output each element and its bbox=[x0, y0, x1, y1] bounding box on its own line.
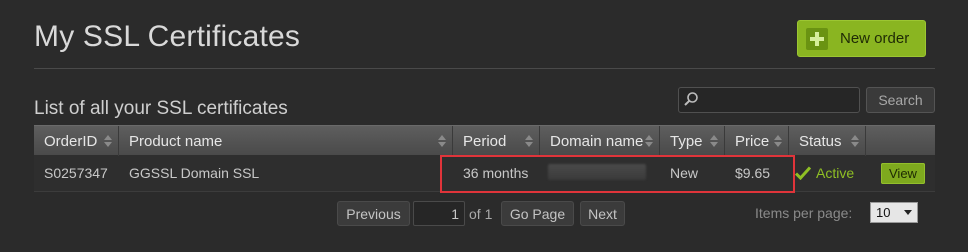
previous-button[interactable]: Previous bbox=[337, 201, 410, 226]
search-input[interactable] bbox=[678, 87, 860, 113]
cell-status: Active bbox=[789, 165, 866, 181]
plus-icon bbox=[806, 27, 828, 50]
table-header: OrderID Product name Period Domain name … bbox=[34, 125, 935, 156]
sort-icon bbox=[438, 135, 446, 147]
column-header-label: Type bbox=[670, 132, 703, 150]
sort-icon bbox=[774, 135, 782, 147]
page-title: My SSL Certificates bbox=[34, 20, 301, 53]
column-header-actions bbox=[866, 126, 935, 156]
title-divider bbox=[34, 68, 935, 69]
items-per-page-label: Items per page: bbox=[755, 205, 853, 221]
column-header-label: Period bbox=[463, 132, 507, 150]
sort-icon bbox=[710, 135, 718, 147]
column-header-status[interactable]: Status bbox=[789, 126, 866, 156]
cell-period: 36 months bbox=[463, 165, 529, 181]
cell-domain bbox=[540, 163, 660, 183]
page-count-text: of 1 bbox=[469, 206, 493, 222]
sort-icon bbox=[104, 135, 112, 147]
search-button[interactable]: Search bbox=[866, 87, 935, 113]
column-header-label: Price bbox=[735, 132, 770, 150]
column-header-price[interactable]: Price bbox=[725, 126, 789, 156]
redacted-domain bbox=[548, 163, 646, 180]
column-header-label: Status bbox=[799, 132, 842, 150]
column-header-domain[interactable]: Domain name bbox=[540, 126, 660, 156]
view-button[interactable]: View bbox=[881, 163, 925, 184]
search-icon bbox=[684, 92, 698, 106]
items-per-page-select[interactable]: 10 bbox=[870, 202, 918, 223]
new-order-label: New order bbox=[840, 30, 910, 47]
cell-price: $9.65 bbox=[735, 165, 771, 181]
column-header-label: Domain name bbox=[550, 132, 644, 150]
column-header-product[interactable]: Product name bbox=[119, 126, 453, 156]
sort-icon bbox=[525, 135, 533, 147]
column-header-period[interactable]: Period bbox=[453, 126, 540, 156]
next-button[interactable]: Next bbox=[580, 201, 625, 226]
caret-down-icon bbox=[904, 210, 912, 215]
list-subtitle: List of all your SSL certificates bbox=[34, 98, 288, 119]
column-header-type[interactable]: Type bbox=[660, 126, 725, 156]
cell-product: GGSSL Domain SSL bbox=[129, 165, 260, 181]
check-icon bbox=[795, 166, 811, 180]
page-number-input[interactable] bbox=[413, 201, 465, 226]
cell-order-id: S0257347 bbox=[44, 165, 108, 181]
sort-icon bbox=[851, 135, 859, 147]
cell-type: New bbox=[670, 165, 699, 181]
column-header-label: OrderID bbox=[44, 132, 98, 150]
cell-actions: View bbox=[866, 163, 935, 184]
column-header-orderid[interactable]: OrderID bbox=[34, 126, 119, 156]
column-header-label: Product name bbox=[129, 132, 223, 150]
new-order-button[interactable]: New order bbox=[797, 20, 926, 57]
table-row: S0257347 GGSSL Domain SSL 36 months New … bbox=[34, 155, 935, 192]
status-label: Active bbox=[816, 165, 855, 181]
items-per-page-value: 10 bbox=[876, 205, 891, 220]
sort-icon bbox=[645, 135, 653, 147]
certificates-table: OrderID Product name Period Domain name … bbox=[34, 125, 935, 192]
go-page-button[interactable]: Go Page bbox=[501, 201, 574, 226]
